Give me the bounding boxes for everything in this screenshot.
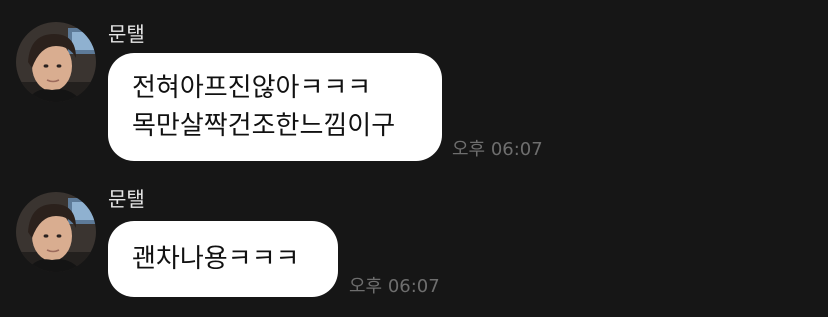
message-timestamp: 오후 06:07: [349, 276, 440, 297]
profile-photo-icon: [16, 22, 96, 102]
sender-name: 문탤: [108, 22, 145, 46]
profile-photo-icon: [16, 192, 96, 272]
avatar[interactable]: [16, 22, 96, 102]
message-line: 전혀아프진않아ㅋㅋㅋ: [132, 73, 372, 103]
chat-message: 문탤 괜차나용ㅋㅋㅋ 오후 06:07: [0, 170, 828, 317]
message-bubble[interactable]: 괜차나용ㅋㅋㅋ: [108, 221, 338, 297]
sender-name: 문탤: [108, 187, 145, 211]
chat-message: 문탤 전혀아프진않아ㅋㅋㅋ 목만살짝건조한느낌이구 오후 06:07: [0, 0, 828, 170]
message-line: 괜차나용ㅋㅋㅋ: [132, 244, 300, 274]
message-line: 목만살짝건조한느낌이구: [132, 111, 396, 141]
message-bubble[interactable]: 전혀아프진않아ㅋㅋㅋ 목만살짝건조한느낌이구: [108, 53, 442, 161]
message-timestamp: 오후 06:07: [452, 139, 543, 160]
avatar[interactable]: [16, 192, 96, 272]
